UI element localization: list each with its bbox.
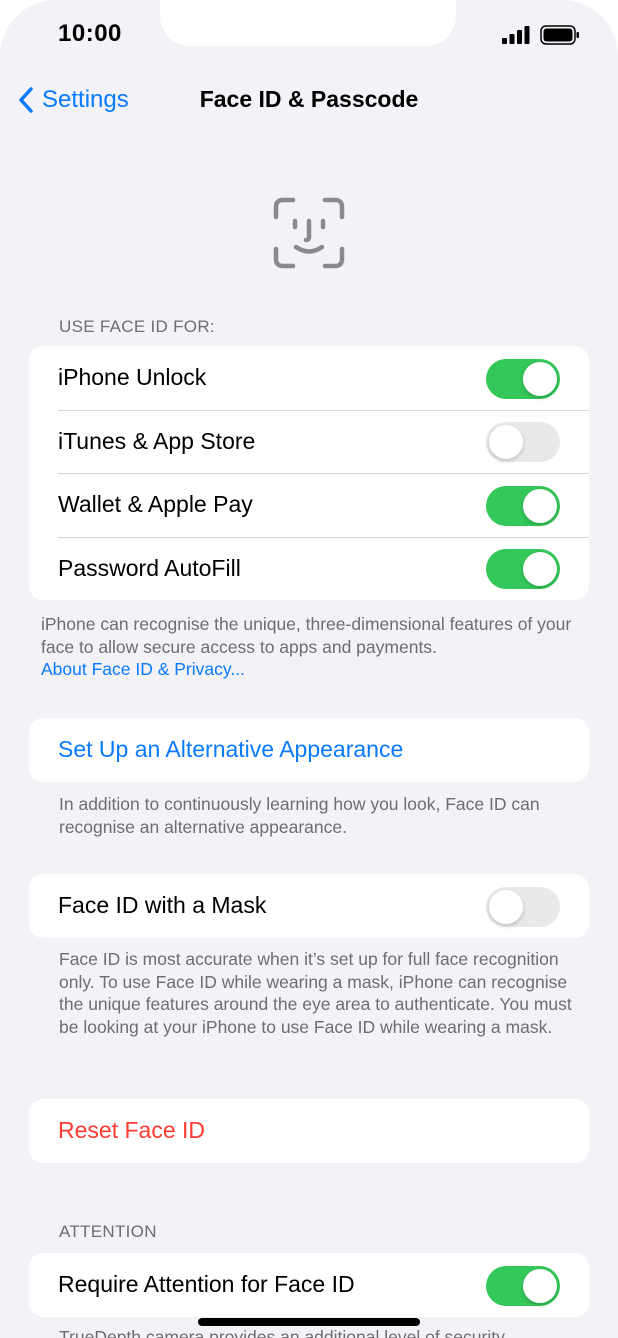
home-indicator: [198, 1318, 420, 1326]
cellular-signal-icon: [502, 26, 530, 44]
toggle-knob: [523, 361, 557, 396]
attention-header: ATTENTION: [59, 1222, 157, 1241]
row-require-attention: Require Attention for Face ID: [29, 1253, 589, 1317]
alternative-appearance-group: Set Up an Alternative Appearance: [29, 718, 589, 782]
iphone-unlock-toggle[interactable]: [486, 358, 560, 399]
notch: [160, 0, 456, 46]
require-attention-toggle[interactable]: [486, 1265, 560, 1306]
face-id-icon: [273, 197, 345, 269]
toggle-knob: [523, 552, 557, 587]
row-iphone-unlock: iPhone Unlock: [29, 346, 589, 410]
row-label: Reset Face ID: [58, 1117, 205, 1144]
row-label: iPhone Unlock: [58, 364, 207, 391]
row-itunes-app-store: iTunes & App Store: [29, 409, 589, 474]
face-id-mask-footer: Face ID is most accurate when it’s set u…: [59, 949, 572, 1037]
use-face-id-group: iPhone Unlock iTunes & App Store Wallet …: [29, 346, 589, 600]
row-label: Face ID with a Mask: [58, 892, 267, 919]
row-label: Password AutoFill: [58, 554, 241, 581]
battery-icon: [540, 25, 579, 45]
password-autofill-toggle[interactable]: [486, 549, 560, 590]
reset-face-id-button[interactable]: Reset Face ID: [29, 1099, 589, 1163]
page-title: Face ID & Passcode: [199, 86, 419, 112]
face-id-with-mask-toggle[interactable]: [486, 886, 560, 927]
row-label: iTunes & App Store: [58, 427, 256, 454]
row-wallet-apple-pay: Wallet & Apple Pay: [29, 473, 589, 537]
use-face-id-footer: iPhone can recognise the unique, three-d…: [41, 613, 581, 681]
toggle-knob: [523, 1268, 557, 1303]
status-time: 10:00: [58, 20, 122, 47]
wallet-apple-pay-toggle[interactable]: [486, 485, 560, 526]
use-face-id-header: USE FACE ID FOR:: [59, 317, 215, 336]
row-face-id-with-mask: Face ID with a Mask: [29, 874, 589, 938]
status-icons: [502, 25, 580, 45]
about-face-id-privacy-link[interactable]: About Face ID & Privacy...: [41, 658, 581, 681]
attention-footer: TrueDepth camera provides an additional …: [59, 1327, 505, 1338]
row-label: Set Up an Alternative Appearance: [58, 736, 404, 763]
row-password-autofill: Password AutoFill: [29, 536, 589, 601]
row-label: Wallet & Apple Pay: [58, 491, 253, 518]
toggle-knob: [489, 425, 523, 460]
toggle-knob: [489, 889, 523, 924]
attention-group: Require Attention for Face ID: [29, 1253, 589, 1317]
footer-text: iPhone can recognise the unique, three-d…: [41, 614, 572, 657]
itunes-app-store-toggle[interactable]: [486, 422, 560, 463]
reset-face-id-group: Reset Face ID: [29, 1099, 589, 1163]
alternative-appearance-footer: In addition to continuously learning how…: [59, 794, 540, 837]
row-label: Require Attention for Face ID: [58, 1271, 355, 1298]
toggle-knob: [523, 488, 557, 523]
set-up-alternative-appearance-button[interactable]: Set Up an Alternative Appearance: [29, 718, 589, 782]
phone-screen: 10:00 Settings Face ID & Passcode USE FA…: [0, 0, 618, 1338]
face-id-mask-group: Face ID with a Mask: [29, 874, 589, 938]
